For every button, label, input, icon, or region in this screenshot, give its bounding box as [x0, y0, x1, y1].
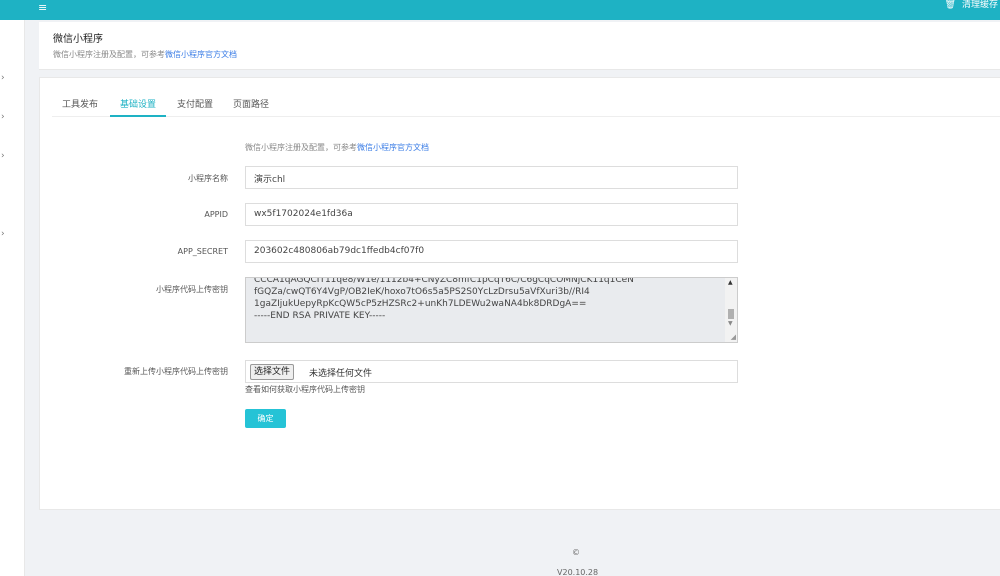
settings-panel: 工具发布 基础设置 支付配置 页面路径 微信小程序注册及配置，可参考微信小程序官… — [39, 77, 1000, 510]
tab-bar: 工具发布 基础设置 支付配置 页面路径 — [52, 92, 1000, 117]
sidebar-expand-icon[interactable]: › — [1, 151, 5, 161]
appid-input[interactable]: wx5f1702024e1fd36a — [245, 203, 738, 226]
clear-cache-label: 清理缓存 — [961, 0, 998, 10]
resize-grip-icon[interactable]: ◢ — [731, 333, 736, 341]
miniprogram-name-label: 小程序名称 — [188, 174, 228, 183]
sidebar-expand-icon[interactable]: › — [1, 73, 5, 83]
form-description: 微信小程序注册及配置，可参考微信小程序官方文档 — [245, 142, 429, 153]
form-docs-link[interactable]: 微信小程序官方文档 — [357, 143, 429, 152]
scroll-up-icon[interactable]: ▲ — [728, 279, 733, 286]
page-description: 微信小程序注册及配置，可参考微信小程序官方文档 — [53, 49, 237, 60]
app-secret-input[interactable]: 203602c480806ab79dc1ffedb4cf07f0 — [245, 240, 738, 263]
upload-key-textarea[interactable]: CCCA1qAGQCIT11qe8/W1e/1112b4+CNyZC8mfC1p… — [245, 277, 738, 343]
sidebar-expand-icon[interactable]: › — [1, 229, 5, 239]
form-description-text: 微信小程序注册及配置，可参考 — [245, 143, 357, 152]
footer-version: V20.10.28 — [557, 568, 599, 576]
tab-basic-settings[interactable]: 基础设置 — [110, 97, 167, 117]
page-description-text: 微信小程序注册及配置，可参考 — [53, 50, 165, 59]
choose-file-button[interactable]: 选择文件 — [250, 364, 295, 380]
menu-icon[interactable]: ≡ — [38, 2, 47, 13]
sidebar: › › › › — [0, 20, 25, 576]
scroll-down-icon[interactable]: ▼ — [728, 320, 733, 327]
how-to-get-key-link[interactable]: 查看如何获取小程序代码上传密钥 — [245, 384, 365, 395]
trash-icon: 🗑 — [944, 0, 956, 10]
clear-cache-button[interactable]: 🗑 清理缓存 — [945, 0, 998, 10]
tab-page-path[interactable]: 页面路径 — [223, 97, 279, 117]
key-file-field: 选择文件 未选择任何文件 — [245, 360, 738, 383]
app-secret-label: APP_SECRET — [177, 247, 228, 256]
tab-tool-publish[interactable]: 工具发布 — [52, 97, 108, 117]
upload-key-label: 小程序代码上传密钥 — [156, 285, 228, 294]
page-title: 微信小程序 — [53, 34, 103, 45]
top-bar: ≡ 🗑 清理缓存 — [0, 0, 1000, 20]
upload-key-text: CCCA1qAGQCIT11qe8/W1e/1112b4+CNyZC8mfC1p… — [254, 277, 634, 321]
appid-label: APPID — [204, 210, 228, 219]
scrollbar-thumb[interactable] — [728, 309, 734, 319]
tab-payment-config[interactable]: 支付配置 — [167, 97, 223, 117]
reupload-key-label: 重新上传小程序代码上传密钥 — [124, 367, 228, 376]
submit-button[interactable]: 确定 — [245, 409, 286, 428]
sidebar-expand-icon[interactable]: › — [1, 112, 5, 122]
miniprogram-name-input[interactable]: 演示chl — [245, 166, 738, 189]
footer-copyright: © — [572, 548, 580, 557]
file-status-text: 未选择任何文件 — [309, 369, 373, 379]
official-docs-link[interactable]: 微信小程序官方文档 — [165, 50, 237, 59]
page-header: 微信小程序 微信小程序注册及配置，可参考微信小程序官方文档 — [39, 22, 1000, 70]
